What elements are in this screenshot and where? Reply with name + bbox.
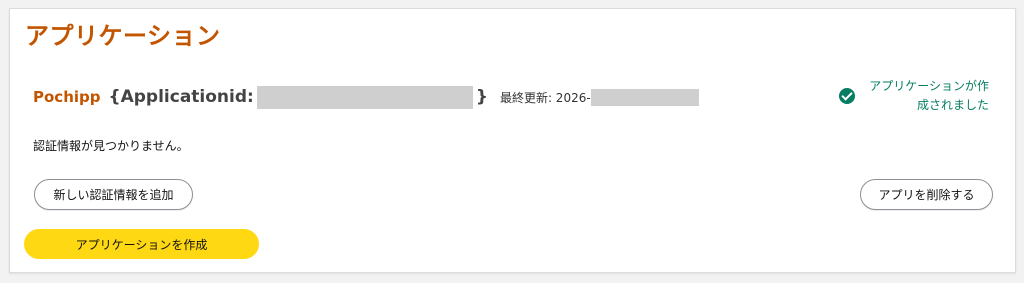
- application-name: Pochipp: [33, 88, 101, 106]
- page-title: アプリケーション: [25, 22, 221, 50]
- last-updated-label: 最終更新: 2026-: [499, 90, 591, 105]
- credentials-empty-message: 認証情報が見つかりません。: [33, 139, 189, 153]
- add-credential-button[interactable]: 新しい認証情報を追加: [34, 179, 193, 210]
- last-updated: 最終更新: 2026-: [499, 88, 699, 106]
- application-id-prefix: {Applicationid:: [108, 87, 254, 107]
- redacted-last-updated-date: [590, 88, 699, 106]
- status-alert: アプリケーションが作成されました: [839, 77, 989, 115]
- application-header: Pochipp {Applicationid: } 最終更新: 2026-: [33, 83, 699, 111]
- status-message: アプリケーションが作成されました: [869, 79, 989, 112]
- redacted-application-id: [256, 85, 473, 109]
- create-application-button[interactable]: アプリケーションを作成: [24, 229, 259, 259]
- delete-app-button[interactable]: アプリを削除する: [860, 179, 993, 210]
- application-id: {Applicationid: }: [108, 85, 488, 109]
- check-circle-icon: [839, 88, 855, 104]
- application-id-suffix: }: [475, 87, 488, 107]
- application-panel: アプリケーション Pochipp {Applicationid: } 最終更新:…: [9, 8, 1016, 273]
